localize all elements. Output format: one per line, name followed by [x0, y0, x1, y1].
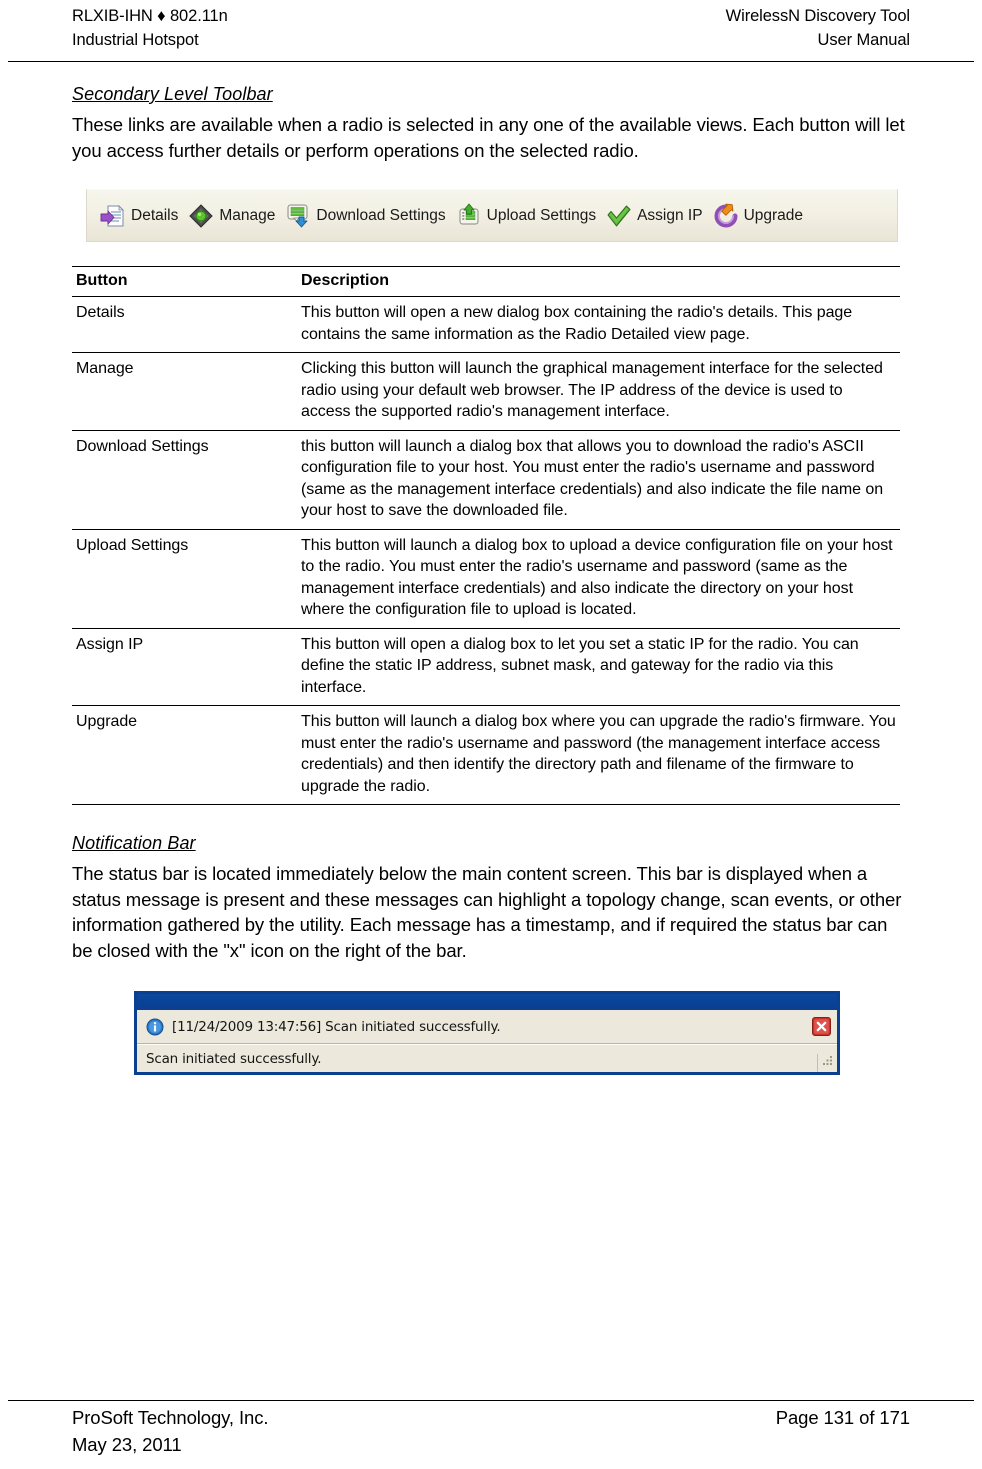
table-row: Upload Settings This button will launch … — [72, 529, 900, 629]
table-cell-button: Details — [72, 296, 297, 353]
section-heading-secondary-level-toolbar: Secondary Level Toolbar — [72, 84, 273, 104]
table-cell-button: Manage — [72, 352, 297, 431]
secondary-level-toolbar: Details Manage Download Settings Upload … — [86, 189, 898, 242]
close-icon[interactable] — [812, 1017, 831, 1036]
button-description-table: Button Description Details This button w… — [72, 266, 900, 805]
details-page-arrow-icon — [100, 203, 126, 229]
toolbar-screenshot-figure: Details Manage Download Settings Upload … — [86, 189, 898, 242]
footer-date: May 23, 2011 — [72, 1433, 182, 1455]
toolbar-button-upgrade-label: Upgrade — [743, 206, 804, 224]
footer-page-number: Page 131 of 171 — [775, 1407, 910, 1428]
toolbar-button-upgrade[interactable]: Upgrade — [710, 196, 810, 236]
table-cell-button: Assign IP — [72, 628, 297, 706]
toolbar-button-assign-ip-label: Assign IP — [637, 206, 703, 224]
header-product-subtitle: Industrial Hotspot — [72, 30, 199, 49]
upgrade-refresh-icon — [713, 203, 739, 229]
footer-company: ProSoft Technology, Inc. — [72, 1407, 269, 1428]
table-cell-button: Upload Settings — [72, 529, 297, 629]
table-cell-button: Upgrade — [72, 705, 297, 805]
toolbar-button-upload-settings-label: Upload Settings — [486, 206, 597, 224]
assign-ip-checkmark-icon — [606, 203, 632, 229]
footer-divider — [8, 1400, 974, 1401]
table-row: Download Settings this button will launc… — [72, 430, 900, 530]
notification-bar-window: [11/24/2009 13:47:56] Scan initiated suc… — [134, 991, 840, 1075]
toolbar-button-upload-settings[interactable]: Upload Settings — [453, 196, 603, 236]
footer-left: ProSoft Technology, Inc. May 23, 2011 — [72, 1405, 269, 1459]
section-paragraph-notification-bar: The status bar is located immediately be… — [72, 863, 902, 961]
notification-message-text: [11/24/2009 13:47:56] Scan initiated suc… — [172, 1018, 501, 1035]
table-row: Manage Clicking this button will launch … — [72, 352, 900, 431]
table-cell-button: Download Settings — [72, 430, 297, 530]
manage-gem-icon — [188, 203, 214, 229]
page-content: Secondary Level Toolbar These links are … — [72, 84, 910, 1075]
download-settings-icon — [285, 203, 311, 229]
table-cell-description: this button will launch a dialog box tha… — [297, 430, 900, 530]
upload-settings-icon — [456, 203, 482, 229]
table-row: Details This button will open a new dial… — [72, 296, 900, 353]
toolbar-button-details[interactable]: Details — [97, 196, 185, 236]
header-product-name: RLXIB-IHN ♦ 802.11n — [72, 7, 228, 25]
section-paragraph-secondary-level-toolbar: These links are available when a radio i… — [72, 114, 905, 161]
table-cell-description: Clicking this button will launch the gra… — [297, 352, 900, 431]
table-cell-description: This button will launch a dialog box to … — [297, 529, 900, 629]
toolbar-button-manage[interactable]: Manage — [185, 196, 282, 236]
footer-right: Page 131 of 171 — [776, 1405, 910, 1432]
info-icon — [146, 1018, 164, 1036]
section-heading-notification-bar: Notification Bar — [72, 833, 196, 853]
toolbar-button-assign-ip[interactable]: Assign IP — [603, 196, 709, 236]
toolbar-button-download-settings-label: Download Settings — [316, 206, 446, 224]
page-footer: ProSoft Technology, Inc. May 23, 2011 Pa… — [72, 1405, 910, 1461]
header-left: RLXIB-IHN ♦ 802.11n Industrial Hotspot — [72, 5, 228, 53]
toolbar-button-download-settings[interactable]: Download Settings — [282, 196, 452, 236]
table-cell-description: This button will open a dialog box to le… — [297, 628, 900, 706]
notification-message-row: [11/24/2009 13:47:56] Scan initiated suc… — [137, 1010, 837, 1044]
table-cell-description: This button will launch a dialog box whe… — [297, 705, 900, 805]
table-row: Upgrade This button will launch a dialog… — [72, 705, 900, 805]
notification-status-row: Scan initiated successfully. — [137, 1044, 837, 1072]
notification-bar-screenshot-figure: [11/24/2009 13:47:56] Scan initiated suc… — [134, 991, 840, 1075]
header-right: WirelessN Discovery Tool User Manual — [726, 5, 910, 53]
table-header-row: Button Description — [72, 266, 900, 297]
header-doc-type: User Manual — [817, 30, 911, 49]
table-column-header-description: Description — [297, 266, 900, 297]
notification-status-text: Scan initiated successfully. — [146, 1050, 322, 1067]
notification-titlebar — [137, 994, 837, 1010]
table-row: Assign IP This button will open a dialog… — [72, 628, 900, 706]
table-cell-description: This button will open a new dialog box c… — [297, 296, 900, 353]
page-header: RLXIB-IHN ♦ 802.11n Industrial Hotspot W… — [72, 0, 910, 60]
table-column-header-button: Button — [72, 266, 297, 297]
header-tool-name: WirelessN Discovery Tool — [725, 7, 910, 25]
header-divider — [8, 61, 974, 62]
document-page: RLXIB-IHN ♦ 802.11n Industrial Hotspot W… — [0, 0, 982, 1469]
toolbar-button-details-label: Details — [131, 206, 179, 224]
toolbar-button-manage-label: Manage — [219, 206, 276, 224]
resize-grip-icon[interactable] — [817, 1054, 835, 1072]
